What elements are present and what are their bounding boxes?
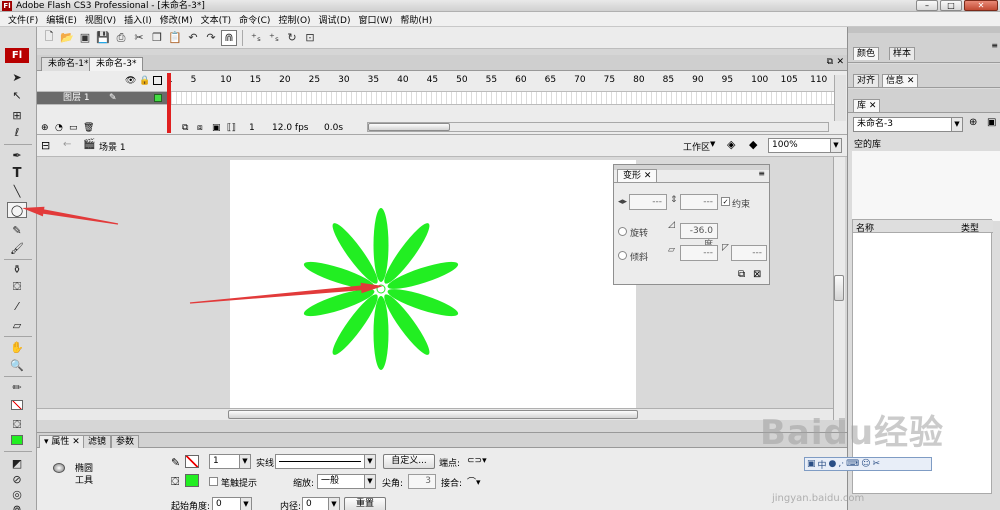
annotation-arrows (22, 206, 383, 304)
arrow-to-oval-tool (22, 206, 119, 225)
arrow-to-flower-center (189, 282, 383, 304)
